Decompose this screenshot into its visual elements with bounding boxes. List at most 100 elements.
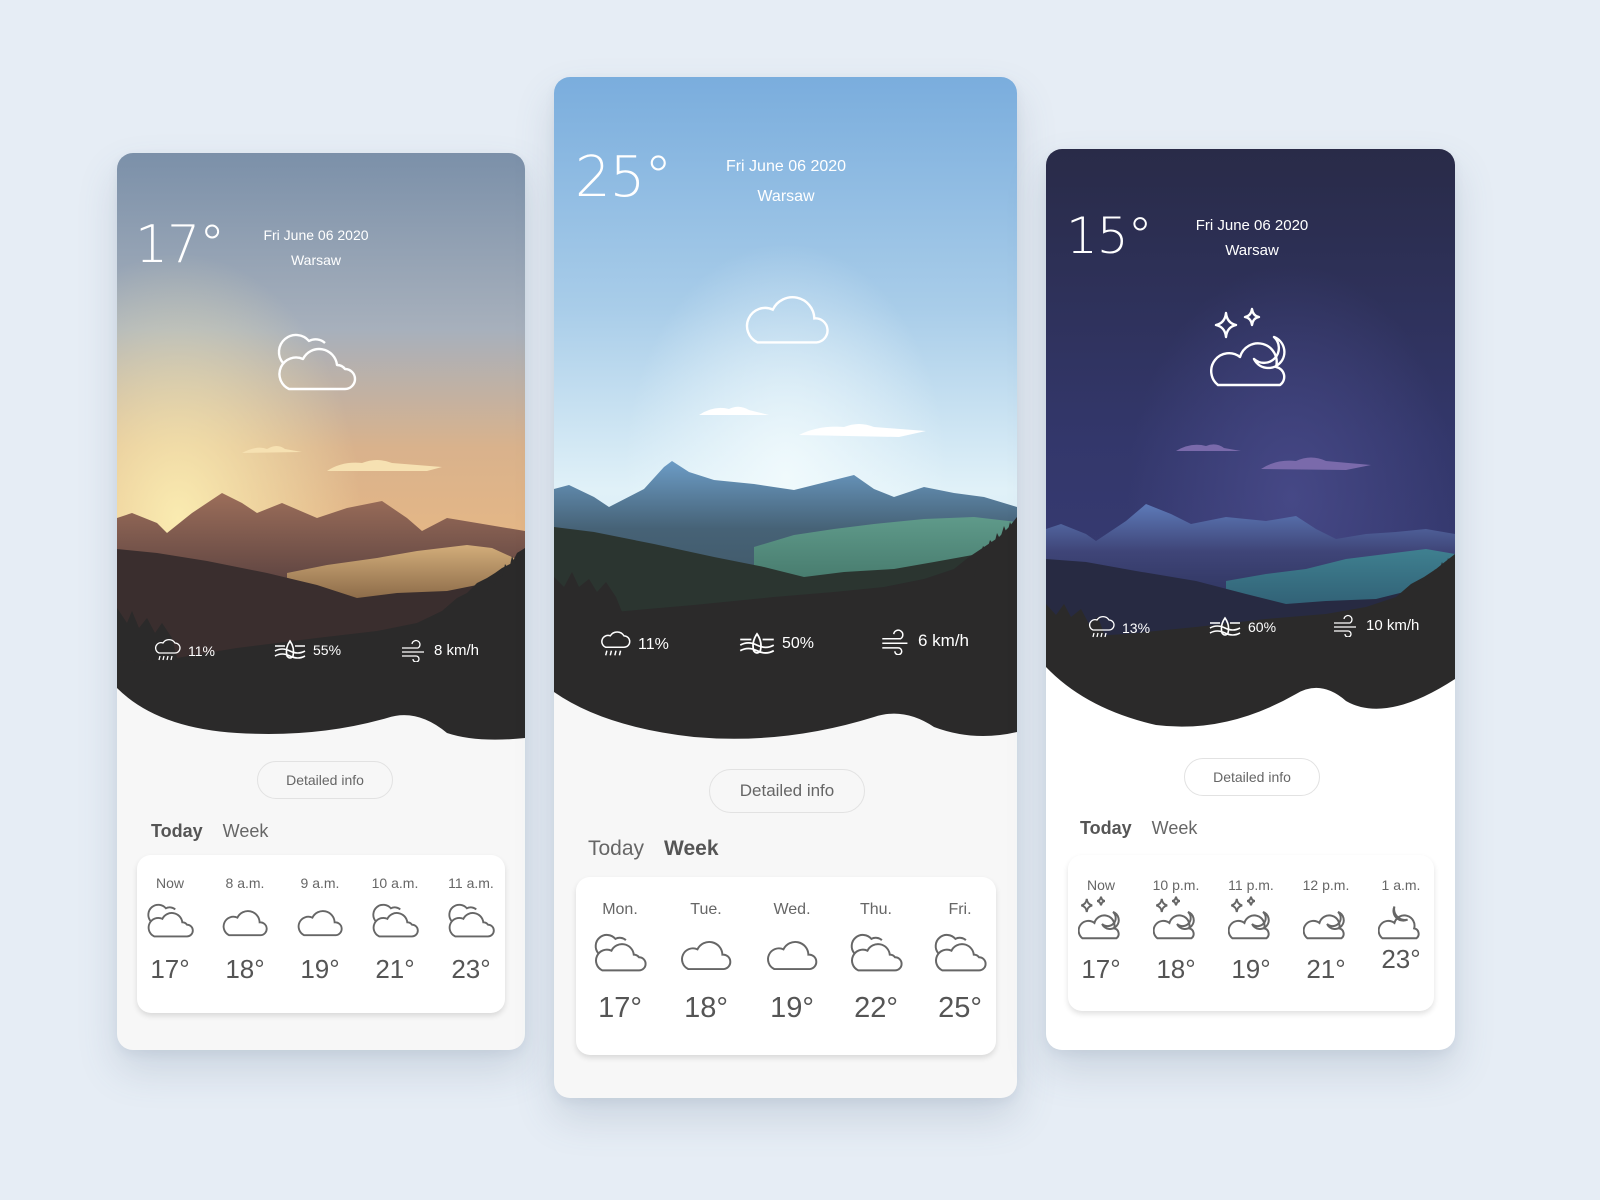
precipitation-stat: 13%: [1088, 615, 1150, 641]
wind-stat: 10 km/h: [1332, 613, 1419, 637]
tab-today[interactable]: Today: [151, 821, 203, 842]
rain-cloud-icon: [600, 630, 632, 660]
forecast-item: Thu. 22°: [838, 877, 914, 1025]
current-city: Warsaw: [757, 188, 815, 205]
cloud-icon: [740, 279, 834, 354]
forecast-item: 10 p.m. 18°: [1145, 855, 1207, 985]
precipitation-value: 13%: [1122, 620, 1151, 636]
date-location: Fri June 06 2020 Warsaw: [716, 152, 856, 212]
forecast-item: Wed. 19°: [754, 877, 830, 1025]
wind-icon: [880, 627, 912, 655]
detailed-info-button[interactable]: Detailed info: [257, 761, 393, 799]
cloudy-night-icon: [1295, 895, 1357, 944]
hourly-forecast: Now 17° 10 p.m. 18° 11 p.m. 19° 12 p.m. …: [1068, 855, 1434, 1011]
forecast-temp: 18°: [684, 992, 728, 1024]
tab-week[interactable]: Week: [664, 837, 718, 861]
partly-cloudy-icon: [838, 931, 914, 978]
forecast-item: Now 17°: [1070, 855, 1132, 985]
cloud-icon: [289, 901, 351, 942]
weather-card-sunset: 17° Fri June 06 2020 Warsaw 11% 55% 8 km: [117, 153, 525, 1050]
date-location: Fri June 06 2020 Warsaw: [1184, 213, 1320, 263]
hourly-forecast: Now 17° 8 a.m. 18° 9 a.m. 19° 10 a.m. 21…: [137, 855, 505, 1013]
forecast-day: Tue.: [690, 901, 722, 918]
forecast-item: 8 a.m. 18°: [214, 855, 276, 985]
current-city: Warsaw: [1225, 242, 1279, 259]
cloud-icon: [668, 931, 744, 978]
forecast-time: 11 a.m.: [448, 875, 494, 891]
forecast-time: Now: [155, 875, 184, 891]
weather-card-day: 25° Fri June 06 2020 Warsaw 11% 50% 6 km…: [554, 77, 1017, 1098]
tab-week[interactable]: Week: [223, 821, 269, 842]
humidity-icon: [738, 630, 776, 658]
humidity-value: 55%: [313, 642, 342, 658]
detailed-info-button[interactable]: Detailed info: [1184, 758, 1320, 796]
wind-value: 10 km/h: [1366, 616, 1420, 634]
forecast-time: 10 a.m.: [371, 875, 419, 891]
wind-icon: [1332, 613, 1360, 637]
date-location: Fri June 06 2020 Warsaw: [249, 223, 383, 273]
forecast-item: 12 p.m. 21°: [1295, 855, 1357, 985]
wind-icon: [400, 638, 428, 662]
current-date: Fri June 06 2020: [725, 158, 847, 175]
humidity-value: 60%: [1248, 619, 1277, 635]
cloudy-night-stars-icon: [1210, 307, 1294, 394]
forecast-item: 11 a.m. 23°: [439, 855, 503, 985]
forecast-temp: 23°: [451, 954, 491, 984]
moon-cloud-icon: [1370, 895, 1432, 944]
forecast-temp: 21°: [375, 954, 415, 984]
precipitation-value: 11%: [188, 643, 215, 659]
forecast-temp: 17°: [150, 954, 190, 984]
precipitation-value: 11%: [638, 636, 669, 653]
partly-cloudy-icon: [275, 329, 357, 398]
precipitation-stat: 11%: [154, 638, 215, 664]
rain-cloud-icon: [1088, 615, 1116, 641]
partly-cloudy-icon: [439, 901, 503, 942]
tab-week[interactable]: Week: [1152, 818, 1198, 839]
forecast-item: 9 a.m. 19°: [289, 855, 351, 985]
forecast-time: 1 a.m.: [1381, 877, 1421, 893]
cloud-icon: [754, 931, 830, 978]
current-date: Fri June 06 2020: [263, 227, 369, 243]
wind-stat: 8 km/h: [400, 638, 479, 662]
partly-cloudy-icon: [922, 931, 998, 978]
wind-value: 6 km/h: [918, 631, 970, 650]
forecast-time: Now: [1086, 877, 1115, 893]
wind-value: 8 km/h: [434, 641, 480, 659]
detailed-info-button[interactable]: Detailed info: [709, 769, 865, 813]
forecast-temp: 21°: [1306, 954, 1346, 984]
current-city: Warsaw: [290, 252, 342, 268]
current-temperature: 17°: [135, 215, 225, 275]
forecast-temp: 19°: [1231, 954, 1271, 984]
forecast-temp: 18°: [1156, 954, 1196, 984]
forecast-day: Thu.: [859, 901, 892, 918]
forecast-tabs: Today Week: [588, 837, 719, 861]
forecast-item: 1 a.m. 23°: [1370, 855, 1432, 975]
partly-cloudy-icon: [139, 901, 201, 942]
wind-stat: 6 km/h: [880, 627, 969, 655]
forecast-tabs: Today Week: [151, 821, 268, 842]
forecast-item: 10 a.m. 21°: [364, 855, 426, 985]
forecast-temp: 18°: [225, 954, 265, 984]
forecast-temp: 22°: [854, 992, 898, 1024]
forecast-temp: 19°: [770, 992, 814, 1024]
cloud-icon: [214, 901, 276, 942]
forecast-item: 11 p.m. 19°: [1220, 855, 1282, 985]
partly-cloudy-icon: [582, 931, 658, 978]
forecast-item: Fri. 25°: [922, 877, 998, 1025]
cloudy-night-stars-icon: [1220, 895, 1282, 944]
partly-cloudy-icon: [364, 901, 426, 942]
cloudy-night-stars-icon: [1145, 895, 1207, 944]
humidity-stat: 55%: [273, 638, 341, 662]
forecast-time: 9 a.m.: [300, 875, 340, 891]
forecast-day: Mon.: [602, 901, 638, 918]
humidity-value: 50%: [782, 635, 815, 652]
forecast-item: Tue. 18°: [668, 877, 744, 1025]
forecast-day: Fri.: [948, 901, 972, 918]
forecast-day: Wed.: [773, 901, 811, 918]
forecast-item: Mon. 17°: [582, 877, 658, 1025]
current-temperature: 15°: [1066, 207, 1153, 265]
tab-today[interactable]: Today: [1080, 818, 1132, 839]
current-date: Fri June 06 2020: [1195, 217, 1309, 234]
forecast-item: Now 17°: [139, 855, 201, 985]
tab-today[interactable]: Today: [588, 837, 644, 861]
